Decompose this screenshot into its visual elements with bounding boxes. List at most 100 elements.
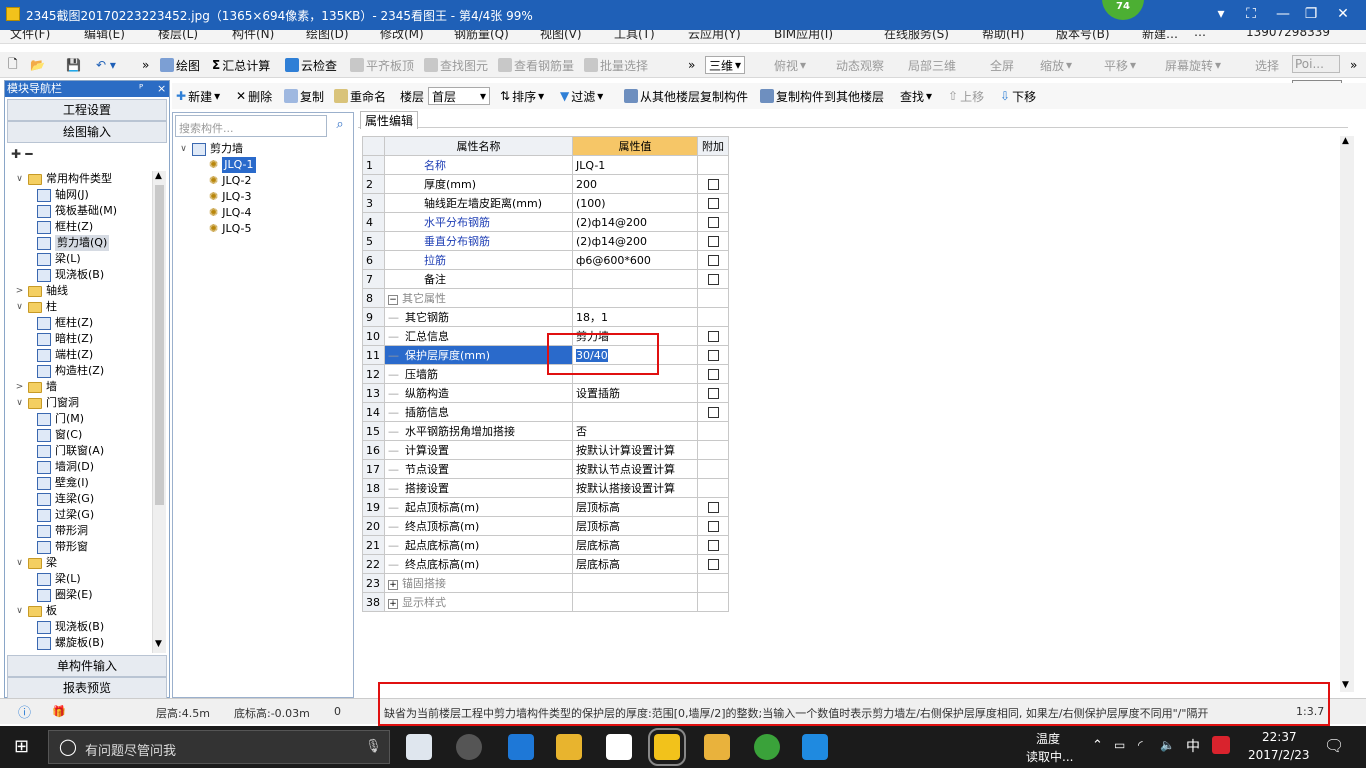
edge-icon[interactable]	[508, 734, 534, 760]
nav-scroll-thumb[interactable]	[155, 185, 164, 505]
attach-checkbox[interactable]	[707, 331, 719, 342]
dynamic-view-button[interactable]: 动态观察	[836, 56, 884, 74]
network-icon[interactable]: ▭	[1114, 738, 1125, 752]
collapse-icon[interactable]: −	[388, 295, 398, 305]
attach-checkbox[interactable]	[707, 540, 719, 551]
attach-checkbox[interactable]	[707, 255, 719, 266]
windows-start-icon[interactable]: ⊞	[14, 736, 29, 757]
tree-root-shear-wall[interactable]: ∨ 剪力墙	[179, 141, 243, 157]
collapse-icon[interactable]: ∨	[15, 395, 24, 411]
close-icon[interactable]: ✕	[1332, 4, 1354, 24]
tree-item[interactable]: 带形窗	[37, 539, 88, 555]
file-explorer-icon[interactable]	[556, 734, 582, 760]
collapse-icon[interactable]: ∨	[15, 299, 24, 315]
props-scrollbar[interactable]: ▲ ▼	[1340, 136, 1354, 692]
delete-button[interactable]: ✕ 删除	[236, 87, 272, 105]
cloud-check-button[interactable]: 云检查	[285, 56, 337, 74]
tree-folder[interactable]: ∨ 板	[15, 603, 57, 619]
scroll-up-icon[interactable]: ▲	[155, 171, 162, 181]
menu-item[interactable]: 工具(T)	[614, 30, 655, 42]
rotate-button[interactable]: 屏幕旋转 ▾	[1165, 56, 1221, 74]
collapse-icon[interactable]: ∨	[15, 171, 24, 187]
taskbar-search-box[interactable]: ◯ 有问题尽管问我 🎙	[48, 730, 390, 764]
fullscreen-button[interactable]: 全屏	[990, 56, 1014, 74]
menu-item[interactable]: 版本号(B)	[1056, 30, 1110, 42]
menu-item[interactable]: 编辑(E)	[84, 30, 125, 42]
menu-item[interactable]: 绘图(D)	[306, 30, 349, 42]
report-preview-button[interactable]: 报表预览	[7, 677, 167, 699]
property-value[interactable]: 层顶标高	[572, 497, 698, 517]
property-row[interactable]: 8− 其它属性	[362, 288, 729, 308]
expand-icon[interactable]: +	[388, 599, 398, 609]
tree-item[interactable]: 窗(C)	[37, 427, 82, 443]
project-settings-button[interactable]: 工程设置	[7, 99, 167, 121]
tree-folder[interactable]: ∨ 梁	[15, 555, 57, 571]
tree-item[interactable]: 轴网(J)	[37, 187, 89, 203]
property-row[interactable]: 22— 终点底标高(m) 层底标高	[362, 554, 729, 574]
blue-app-icon[interactable]	[802, 734, 828, 760]
property-value[interactable]: 200	[572, 174, 698, 194]
volume-icon[interactable]: 🔈	[1160, 738, 1175, 752]
collapse-icon[interactable]: ∨	[15, 603, 24, 619]
restore-icon[interactable]: ❐	[1300, 4, 1322, 24]
ime-indicator[interactable]: 中	[1186, 736, 1200, 756]
property-row[interactable]: 21— 起点底标高(m) 层底标高	[362, 535, 729, 555]
property-row[interactable]: 4 水平分布钢筋 (2)ф14@200	[362, 212, 729, 232]
tree-item[interactable]: 构造柱(Z)	[37, 363, 104, 379]
attach-checkbox[interactable]	[707, 217, 719, 228]
property-value[interactable]: 层底标高	[572, 535, 698, 555]
tree-item[interactable]: 门联窗(A)	[37, 443, 104, 459]
collapse-icon[interactable]: ∨	[15, 555, 24, 571]
property-value[interactable]: 设置插筋	[572, 383, 698, 403]
menu-item[interactable]: 13907298339	[1246, 30, 1330, 39]
property-value[interactable]: 按默认计算设置计算	[572, 440, 698, 460]
move-down-button[interactable]: ⇩ 下移	[1000, 87, 1036, 105]
expand-icon[interactable]: >	[15, 283, 24, 299]
property-row[interactable]: 12— 压墙筋	[362, 364, 729, 384]
save-icon[interactable]: 💾	[66, 56, 81, 74]
property-row[interactable]: 10— 汇总信息 剪力墙	[362, 326, 729, 346]
floor-select[interactable]: 首层 ▾	[428, 87, 490, 105]
component-item[interactable]: ✺ JLQ-1	[209, 157, 256, 173]
refresh-app-icon[interactable]	[754, 734, 780, 760]
property-value[interactable]: (100)	[572, 193, 698, 213]
tree-item[interactable]: 连梁(G)	[37, 491, 94, 507]
menu-item[interactable]: 钢筋量(Q)	[454, 30, 509, 42]
notification-badge[interactable]: 74	[1102, 0, 1144, 20]
component-item[interactable]: ✺ JLQ-4	[209, 205, 252, 221]
property-row[interactable]: 17— 节点设置 按默认节点设置计算	[362, 459, 729, 479]
minimize-icon[interactable]: —	[1272, 4, 1294, 24]
menu-item[interactable]: 构件(N)	[232, 30, 274, 42]
props-scroll-down-icon[interactable]: ▼	[1342, 680, 1349, 690]
expand-icon[interactable]: +	[388, 580, 398, 590]
overflow-icon[interactable]: »	[142, 56, 149, 74]
property-row[interactable]: 13— 纵筋构造 设置插筋	[362, 383, 729, 403]
component-item[interactable]: ✺ JLQ-3	[209, 189, 252, 205]
microphone-icon[interactable]: 🎙	[365, 739, 382, 754]
property-value[interactable]: 18，1	[572, 307, 698, 327]
move-up-button[interactable]: ⇧ 上移	[948, 87, 984, 105]
tree-item[interactable]: 螺旋板(B)	[37, 635, 104, 651]
property-row[interactable]: 15— 水平钢筋拐角增加搭接 否	[362, 421, 729, 441]
tree-folder[interactable]: ∨ 柱	[15, 299, 57, 315]
tree-item[interactable]: 剪力墙(Q)	[37, 235, 110, 251]
pin-icon[interactable]: ᴾ	[139, 81, 143, 97]
find-button[interactable]: 查找 ▾	[900, 87, 932, 105]
sogou-icon[interactable]	[1212, 736, 1230, 754]
tree-item[interactable]: 圈梁(E)	[37, 587, 93, 603]
property-value[interactable]	[572, 402, 698, 422]
property-row[interactable]: 3 轴线距左墙皮距离(mm) (100)	[362, 193, 729, 213]
menu-item[interactable]: 楼层(L)	[158, 30, 198, 42]
attach-checkbox[interactable]	[707, 350, 719, 361]
menu-item[interactable]: 文件(F)	[10, 30, 50, 42]
property-row[interactable]: 38 + 显示样式	[362, 592, 729, 612]
batch-select-button[interactable]: 批量选择	[584, 56, 648, 74]
new-file-icon[interactable]: 🗋	[8, 56, 18, 74]
tree-folder[interactable]: > 墙	[15, 379, 57, 395]
property-value[interactable]: 层顶标高	[572, 516, 698, 536]
property-value[interactable]: 否	[572, 421, 698, 441]
tree-item[interactable]: 端柱(Z)	[37, 347, 93, 363]
property-value[interactable]: 按默认节点设置计算	[572, 459, 698, 479]
find-element-button[interactable]: 查找图元	[424, 56, 488, 74]
pan-button[interactable]: 平移 ▾	[1104, 56, 1136, 74]
